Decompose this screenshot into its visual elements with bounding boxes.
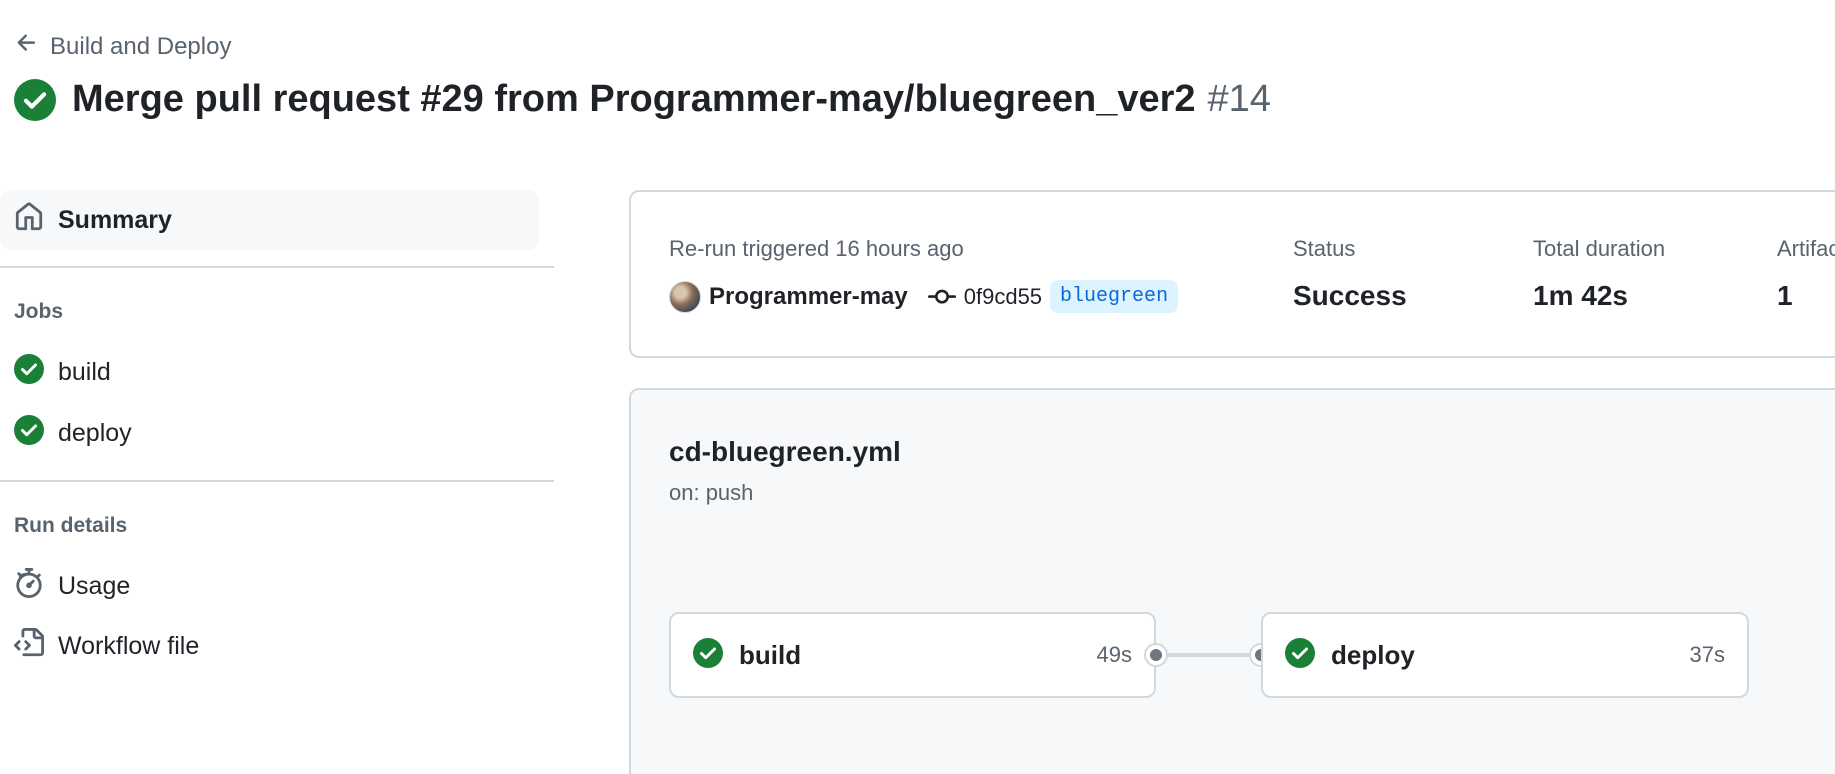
commit-sha-link[interactable]: 0f9cd55 [964, 284, 1042, 310]
sidebar-item-job-deploy[interactable]: deploy [0, 403, 554, 464]
avatar[interactable] [669, 280, 701, 313]
run-sidebar: Summary Jobs build deploy Run details Us… [0, 190, 554, 676]
artifacts-label: Artifacts [1777, 236, 1835, 261]
workflow-graph-card: cd-bluegreen.yml on: push build 49s depl… [629, 388, 1835, 774]
job-connector [1156, 653, 1261, 657]
run-summary-card: Re-run triggered 16 hours ago Programmer… [629, 190, 1835, 358]
duration-label: Total duration [1533, 236, 1666, 261]
status-stat: Status Success [1293, 236, 1407, 312]
graph-job-build[interactable]: build 49s [669, 612, 1156, 698]
back-link-label: Build and Deploy [50, 32, 232, 60]
workflow-run-page: Build and Deploy Merge pull request #29 … [0, 0, 1835, 774]
check-circle-fill-icon [14, 354, 44, 391]
run-number: #14 [1207, 78, 1271, 120]
graph-job-deploy[interactable]: deploy 37s [1261, 612, 1749, 698]
run-title: Merge pull request #29 from Programmer-m… [14, 78, 1271, 121]
page-title: Merge pull request #29 from Programmer-m… [72, 78, 1271, 121]
artifacts-stat: Artifacts 1 [1777, 236, 1835, 312]
branch-label[interactable]: bluegreen [1050, 280, 1179, 313]
run-title-text: Merge pull request #29 from Programmer-m… [72, 78, 1196, 120]
connector-dot [1146, 645, 1166, 665]
usage-label: Usage [58, 571, 131, 600]
graph-job-duration: 37s [1689, 642, 1725, 667]
home-icon [14, 202, 44, 239]
sidebar-item-usage[interactable]: Usage [0, 556, 554, 616]
actor-name[interactable]: Programmer-may [709, 283, 908, 311]
duration-value: 1m 42s [1533, 280, 1628, 311]
graph-job-duration: 49s [1096, 642, 1132, 667]
sidebar-item-job-build[interactable]: build [0, 342, 554, 403]
back-to-workflow-link[interactable]: Build and Deploy [14, 30, 231, 63]
artifacts-value[interactable]: 1 [1777, 280, 1835, 312]
check-circle-fill-icon [14, 78, 56, 121]
workflow-file-name: cd-bluegreen.yml [669, 436, 901, 467]
graph-job-name: build [739, 639, 802, 670]
jobs-heading: Jobs [14, 300, 64, 323]
sidebar-item-summary[interactable]: Summary [0, 190, 539, 250]
status-value: Success [1293, 280, 1407, 311]
stopwatch-icon [14, 567, 44, 605]
job-label: build [58, 358, 111, 386]
check-circle-fill-icon [1285, 637, 1315, 673]
status-label: Status [1293, 236, 1356, 261]
sidebar-item-summary-label: Summary [58, 205, 172, 234]
workflow-file-label: Workflow file [58, 631, 200, 660]
trigger-text: Re-run triggered 16 hours ago [669, 236, 964, 261]
file-code-icon [14, 627, 45, 665]
job-label: deploy [58, 419, 132, 447]
check-circle-fill-icon [14, 415, 44, 452]
graph-job-name: deploy [1331, 639, 1415, 670]
duration-stat: Total duration 1m 42s [1533, 236, 1665, 312]
workflow-trigger: on: push [669, 480, 754, 505]
git-commit-icon [927, 283, 956, 311]
actor-row: Programmer-may 0f9cd55 bluegreen [669, 280, 1179, 313]
sidebar-item-workflow-file[interactable]: Workflow file [0, 616, 554, 676]
check-circle-fill-icon [693, 637, 723, 673]
arrow-left-icon [14, 30, 40, 63]
run-details-heading: Run details [14, 514, 128, 537]
